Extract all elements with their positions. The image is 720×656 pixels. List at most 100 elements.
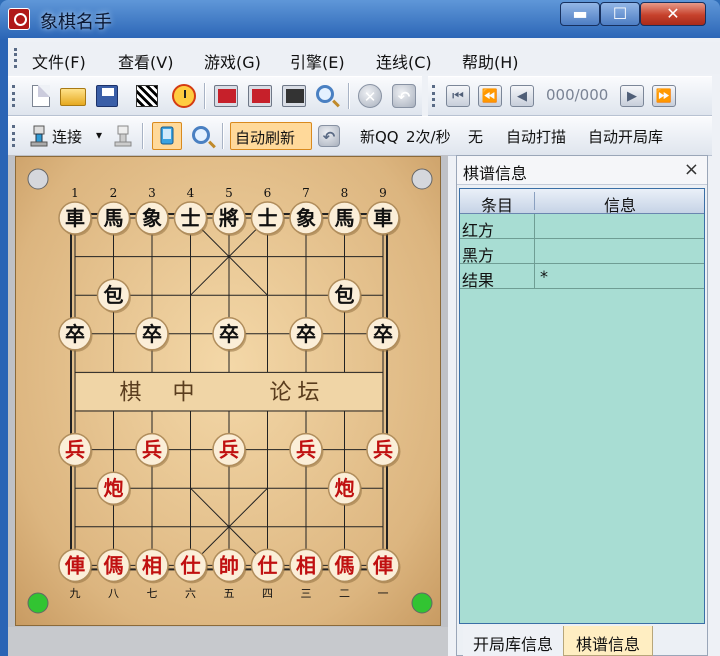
first-move-button[interactable]: ⏮ <box>446 85 470 107</box>
file-number-bottom: 三 <box>301 587 312 600</box>
piece-label: 士 <box>258 206 278 230</box>
menu-help[interactable]: 帮助(H) <box>462 49 519 73</box>
alarm-clock-icon[interactable] <box>172 84 196 108</box>
row-key: 结果 <box>462 271 495 290</box>
auto-scan-label[interactable]: 自动打描 <box>506 126 566 147</box>
auto-refresh-button[interactable]: 自动刷新 <box>230 122 312 150</box>
menu-file[interactable]: 文件(F) <box>32 49 86 73</box>
menu-engine[interactable]: 引擎(E) <box>290 49 345 73</box>
stop-icon: ✕ <box>363 88 377 106</box>
main-toolbar: ✕ ↶ <box>8 76 422 116</box>
piece-label: 卒 <box>296 322 316 346</box>
piece-label: 俥 <box>372 553 393 577</box>
connect-label[interactable]: 连接 <box>52 126 82 147</box>
table-row[interactable]: 黑方 <box>460 239 704 265</box>
file-number-bottom: 五 <box>224 587 235 600</box>
menu-connect[interactable]: 连线(C) <box>376 49 432 73</box>
piece-label: 兵 <box>373 438 393 462</box>
board-status-strip <box>8 627 448 656</box>
piece-label: 包 <box>104 283 124 307</box>
board-grid: 棋 中论坛1 2 3 4 5 6 7 8 9九八七六五四三二一車馬象士將士象馬車包 包卒卒卒卒卒兵… <box>27 168 433 614</box>
capture-magnifier-icon[interactable] <box>192 126 210 144</box>
tab-game-record[interactable]: 棋谱信息 <box>563 626 653 656</box>
disconnect-button[interactable] <box>112 124 134 148</box>
cell-divider <box>534 214 535 238</box>
phone-link-icon <box>160 126 174 145</box>
piece-label: 包 <box>335 283 355 307</box>
piece-label: 兵 <box>296 438 316 462</box>
tab-opening-book[interactable]: 开局库信息 <box>463 626 563 656</box>
maximize-button[interactable]: ☐ <box>600 2 640 26</box>
toolbar-separator <box>142 123 144 149</box>
black-monitor-icon[interactable] <box>282 85 306 107</box>
river-text-left: 棋 中 <box>120 380 207 405</box>
minimize-button[interactable]: ▬ <box>560 2 600 26</box>
rewind-button[interactable]: ⏪ <box>478 85 502 107</box>
none-label[interactable]: 无 <box>468 126 483 147</box>
piece-label: 車 <box>373 206 393 230</box>
menu-game[interactable]: 游戏(G) <box>204 49 261 73</box>
fast-forward-icon: ⏩ <box>655 89 673 104</box>
red-monitor-icon[interactable] <box>214 85 238 107</box>
piece-label: 相 <box>296 553 316 577</box>
menu-grip[interactable] <box>14 48 20 68</box>
piece-label: 兵 <box>142 438 162 462</box>
piece-label: 炮 <box>335 476 355 500</box>
file-number-top: 5 <box>225 186 233 200</box>
table-header: 条目 信息 <box>460 189 704 216</box>
conn-toolbar-grip[interactable] <box>12 125 18 147</box>
app-window: 象棋名手 ▬ ☐ ✕ 文件(F) 查看(V) 游戏(G) 引擎(E) 连线(C)… <box>0 0 720 656</box>
piece-label: 傌 <box>335 553 355 577</box>
table-row[interactable]: 结果 * <box>460 264 704 290</box>
first-icon: ⏮ <box>452 89 464 104</box>
next-move-button[interactable]: ▶ <box>620 85 644 107</box>
refresh-button[interactable]: ↶ <box>318 125 340 147</box>
table-row[interactable]: 红方 <box>460 214 704 240</box>
nav-toolbar-grip[interactable] <box>432 85 438 107</box>
piece-label: 卒 <box>219 322 239 346</box>
toolbar-grip[interactable] <box>12 85 18 107</box>
file-number-bottom: 二 <box>339 587 350 600</box>
row-key: 黑方 <box>462 246 495 265</box>
minimize-icon: ▬ <box>572 4 588 23</box>
file-number-bottom: 九 <box>70 587 81 600</box>
xiangqi-board[interactable]: 棋 中论坛 1 2 3 4 5 6 7 8 9 九八七六五四三二一車馬象士將士象馬車包包卒卒卒卒卒兵… <box>15 156 441 626</box>
close-button[interactable]: ✕ <box>640 2 706 26</box>
piece-label: 傌 <box>104 553 124 577</box>
menu-view[interactable]: 查看(V) <box>118 49 173 73</box>
undo-button[interactable]: ↶ <box>392 84 416 108</box>
column-header-info[interactable]: 信息 <box>536 192 704 216</box>
link-board-button[interactable] <box>152 122 182 150</box>
prev-move-button[interactable]: ◀ <box>510 85 534 107</box>
scan-rate-label[interactable]: 2次/秒 <box>406 126 451 147</box>
new-qq-label[interactable]: 新QQ <box>360 126 399 147</box>
title-bar[interactable]: 象棋名手 ▬ ☐ ✕ <box>0 0 720 38</box>
piece-label: 馬 <box>104 206 124 230</box>
piece-label: 相 <box>142 553 162 577</box>
corner-knob-icon <box>411 592 433 614</box>
red-monitor-alt-icon[interactable] <box>248 85 272 107</box>
toolbar-separator <box>222 123 224 149</box>
panel-header: 棋谱信息 × <box>457 156 707 185</box>
connect-button[interactable] <box>28 124 50 148</box>
piece-label: 帥 <box>219 553 239 577</box>
fast-forward-button[interactable]: ⏩ <box>652 85 676 107</box>
search-magnifier-icon[interactable] <box>316 85 334 103</box>
stop-button[interactable]: ✕ <box>358 84 382 108</box>
connect-dropdown-icon[interactable]: ▾ <box>96 128 102 142</box>
save-disk-icon[interactable] <box>96 85 118 107</box>
piece-label: 仕 <box>180 553 201 577</box>
connection-toolbar: 连接 ▾ 自动刷新 ↶ 新QQ 2次/秒 无 自动打描 自动开局库 <box>8 116 712 156</box>
client-area: 文件(F) 查看(V) 游戏(G) 引擎(E) 连线(C) 帮助(H) ✕ ↶ <box>8 38 720 656</box>
column-header-item[interactable]: 条目 <box>460 192 535 215</box>
file-number-bottom: 六 <box>185 587 196 600</box>
file-number-bottom: 七 <box>147 587 158 600</box>
row-value[interactable]: * <box>540 267 548 286</box>
panel-close-icon[interactable]: × <box>684 159 699 180</box>
auto-opening-label[interactable]: 自动开局库 <box>588 126 663 147</box>
open-folder-icon[interactable] <box>60 88 86 106</box>
new-document-icon[interactable] <box>32 85 50 107</box>
piece-label: 俥 <box>64 553 85 577</box>
checkered-flag-icon[interactable] <box>136 85 158 107</box>
maximize-icon: ☐ <box>612 4 628 23</box>
